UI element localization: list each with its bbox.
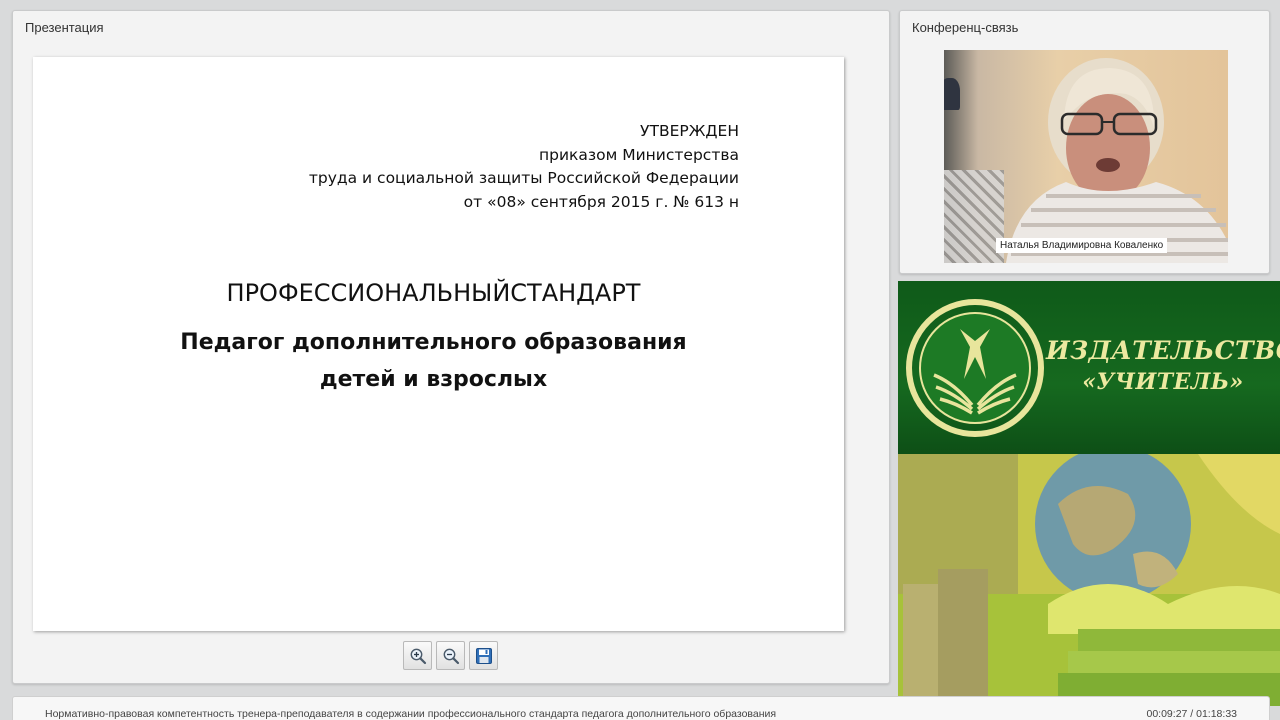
publisher-name-line1: ИЗДАТЕЛЬСТВО: [1046, 336, 1280, 365]
floppy-disk-icon: [475, 647, 492, 664]
slide-subtitle: Педагог дополнительного образования дете…: [33, 324, 844, 398]
slide-subtitle-line: детей и взрослых: [319, 367, 548, 392]
books-globe-image: [898, 454, 1280, 706]
approval-line: труда и социальной защиты Российской Фед…: [308, 169, 739, 187]
speaker-video[interactable]: Наталья Владимировна Коваленко: [944, 50, 1228, 263]
conference-panel-title: Конференц-связь: [912, 20, 1019, 35]
publisher-logo-icon: [906, 299, 1044, 437]
lamp-shape: [944, 78, 960, 110]
presentation-panel-title: Презентация: [25, 20, 104, 35]
speaker-name-tag: Наталья Владимировна Коваленко: [996, 238, 1168, 253]
publisher-name-line2: «УЧИТЕЛЬ»: [1082, 369, 1244, 395]
background-curtain: [944, 170, 1004, 263]
zoom-in-icon: [410, 648, 426, 664]
playback-time: 00:09:27 / 01:18:33: [1146, 708, 1238, 720]
presentation-slide: УТВЕРЖДЕН приказом Министерства труда и …: [33, 57, 844, 631]
status-bar: Нормативно-правовая компетентность трене…: [12, 696, 1270, 720]
approval-line: от «08» сентября 2015 г. № 613 н: [463, 192, 739, 211]
presentation-panel: Презентация УТВЕРЖДЕН приказом Министерс…: [12, 10, 890, 684]
approval-line: УТВЕРЖДЕН: [640, 122, 739, 140]
speaker-figure: [1006, 58, 1228, 263]
approval-block: УТВЕРЖДЕН приказом Министерства труда и …: [309, 120, 739, 214]
zoom-in-button[interactable]: [403, 641, 432, 670]
publisher-banner: ИЗДАТЕЛЬСТВО «УЧИТЕЛЬ»: [898, 281, 1280, 454]
slide-title: ПРОФЕССИОНАЛЬНЫЙСТАНДАРТ: [226, 279, 641, 307]
slide-toolbar: [403, 641, 498, 671]
slide-subtitle-line: Педагог дополнительного образования: [180, 330, 687, 355]
zoom-out-icon: [443, 648, 459, 664]
conference-panel: Конференц-связь Наталья Владимировна Ков…: [899, 10, 1270, 274]
approval-line: приказом Министерства: [538, 145, 739, 164]
zoom-out-button[interactable]: [436, 641, 465, 670]
webinar-title: Нормативно-правовая компетентность трене…: [45, 708, 777, 720]
save-button[interactable]: [469, 641, 498, 670]
